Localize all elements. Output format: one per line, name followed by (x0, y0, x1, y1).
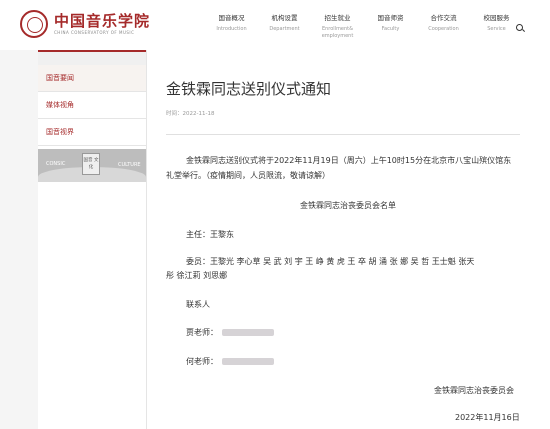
committee-members-line-1: 委员：王黎光 李心草 吴 武 刘 宇 王 峥 黄 虎 王 卒 胡 涌 张 娜 吴… (186, 257, 475, 266)
school-seal-icon (20, 10, 48, 38)
nav-label-cn: 合作交流 (430, 14, 457, 22)
nav-item-department[interactable]: 机构设置 Department (258, 14, 311, 40)
signature-date: 2022年11月16日 (455, 413, 520, 422)
nav-label-en: Introduction (216, 26, 247, 32)
banner-text-right: CULTURE (118, 162, 141, 168)
signature: 金铁霖同志治丧委员会 (434, 386, 514, 395)
site-header: 中国音乐学院 CHINA CONSERVATORY OF MUSIC 国音概况 … (0, 0, 550, 50)
nav-item-enrollment[interactable]: 招生就业 Enrollment& employment (311, 14, 364, 40)
contact-1-redacted (222, 329, 274, 336)
nav-label-cn: 国音师资 (377, 14, 404, 22)
culture-banner[interactable]: CONSIC 国音 文化 CULTURE (38, 149, 146, 182)
sidebar-divider (146, 50, 147, 429)
contact-2-redacted (222, 358, 274, 365)
sidebar-background (0, 50, 38, 429)
article-title: 金铁霖同志送别仪式通知 (166, 80, 332, 98)
logo-name-cn: 中国音乐学院 (54, 11, 151, 30)
committee-members-line-2: 彤 徐江莉 刘思娜 (166, 271, 228, 280)
search-icon[interactable] (516, 24, 523, 31)
article-date: 时间：2022-11-18 (166, 111, 215, 117)
nav-item-introduction[interactable]: 国音概况 Introduction (205, 14, 258, 40)
main-nav: 国音概况 Introduction 机构设置 Department 招生就业 E… (205, 14, 523, 40)
sidebar-item-media[interactable]: 媒体视角 (38, 92, 146, 119)
contact-1-label: 贾老师： (186, 328, 218, 337)
article: 金铁霖同志送别仪式通知 时间：2022-11-18 金铁霖同志送别仪式将于202… (166, 50, 520, 429)
title-divider (166, 134, 520, 135)
nav-label-cn: 机构设置 (271, 14, 298, 22)
nav-label-cn: 校园服务 (483, 14, 510, 22)
sidebar-nav: 国音要闻 媒体视角 国音视界 (38, 65, 146, 146)
nav-label-cn: 招生就业 (324, 14, 351, 22)
sidebar-accent-bar (38, 50, 146, 65)
logo-name-en: CHINA CONSERVATORY OF MUSIC (54, 29, 135, 35)
sidebar-item-news[interactable]: 国音要闻 (38, 65, 146, 92)
nav-item-cooperation[interactable]: 合作交流 Cooperation (417, 14, 470, 40)
nav-label-en: Enrollment& employment (321, 26, 354, 39)
nav-label-cn: 国音概况 (218, 14, 245, 22)
committee-list-title: 金铁霖同志治丧委员会名单 (300, 201, 396, 210)
contact-2-label: 何老师： (186, 357, 218, 366)
committee-chair: 主任：王黎东 (186, 230, 234, 239)
nav-item-faculty[interactable]: 国音师资 Faculty (364, 14, 417, 40)
contact-heading: 联系人 (186, 300, 210, 309)
nav-label-en: Department (269, 26, 300, 32)
sidebar-item-vision[interactable]: 国音视界 (38, 119, 146, 146)
site-logo[interactable]: 中国音乐学院 CHINA CONSERVATORY OF MUSIC (20, 10, 150, 38)
nav-label-en: Faculty (381, 26, 400, 32)
notice-line-1: 金铁霖同志送别仪式将于2022年11月19日（周六）上午10时15分在北京市八宝… (186, 156, 512, 165)
nav-label-en: Cooperation (428, 26, 459, 32)
banner-stamp: 国音 文化 (82, 153, 100, 175)
notice-line-2: 礼堂举行。（疫情期间，人员限流，敬请谅解） (166, 171, 330, 180)
banner-text-left: CONSIC (46, 161, 66, 167)
